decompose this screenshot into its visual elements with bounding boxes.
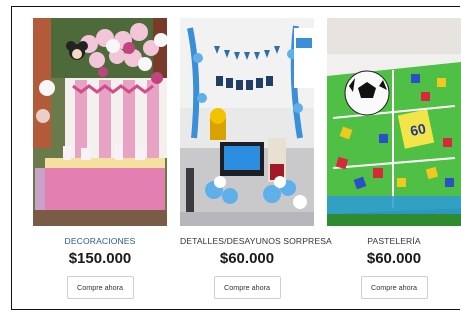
product-image-detalles[interactable] (180, 18, 314, 226)
product-card-pasteleria: 60 PASTELERÍA $60.000 Compre ahora (327, 18, 461, 299)
soccer-cake-photo: 60 (327, 18, 461, 226)
product-title[interactable]: PASTELERÍA (327, 235, 461, 247)
product-price: $150.000 (68, 250, 132, 267)
buy-now-button[interactable]: Compre ahora (360, 276, 428, 299)
product-image-decoraciones[interactable] (33, 18, 167, 226)
product-title[interactable]: DECORACIONES (33, 235, 167, 247)
product-card-decoraciones: DECORACIONES $150.000 Compre ahora (33, 18, 167, 299)
product-card-detalles: DETALLES/DESAYUNOS SORPRESA $60.000 Comp… (180, 18, 332, 299)
product-image-pasteleria[interactable]: 60 (327, 18, 461, 226)
product-price: $60.000 (219, 250, 275, 267)
party-decoration-photo (33, 18, 167, 226)
product-price: $60.000 (366, 250, 422, 267)
product-title[interactable]: DETALLES/DESAYUNOS SORPRESA (180, 235, 332, 247)
buy-now-button[interactable]: Compre ahora (213, 276, 281, 299)
buy-now-button[interactable]: Compre ahora (66, 276, 134, 299)
surprise-gift-photo (180, 18, 314, 226)
